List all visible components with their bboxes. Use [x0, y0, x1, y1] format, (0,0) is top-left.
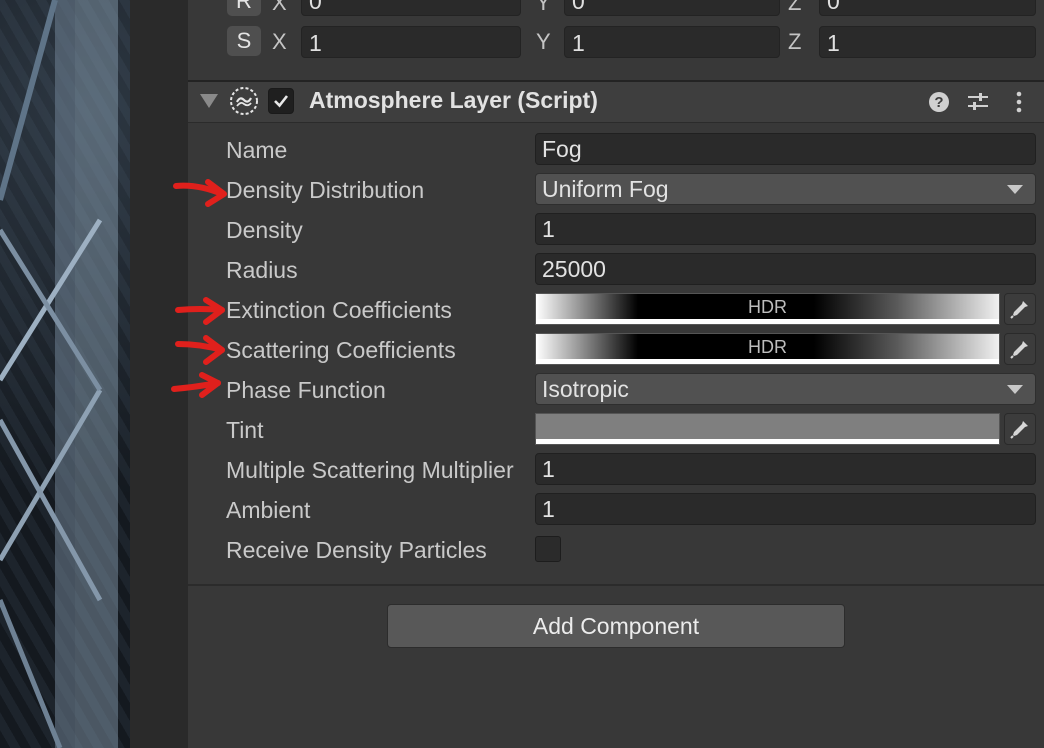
phase-function-label: Phase Function — [226, 377, 386, 403]
eyedropper-icon — [1010, 301, 1028, 319]
receive-density-particles-label: Receive Density Particles — [226, 537, 487, 563]
rotation-z-label: Z — [788, 0, 802, 15]
hdr-badge: HDR — [748, 337, 787, 357]
scale-z-field[interactable]: 1 — [819, 26, 1036, 58]
density-label: Density — [226, 217, 303, 243]
density-distribution-label: Density Distribution — [226, 177, 425, 203]
tint-eyedropper-button[interactable] — [1004, 413, 1036, 445]
scale-row: S X 1 Y 1 Z 1 — [188, 26, 1044, 62]
add-component-button[interactable]: Add Component — [387, 604, 845, 648]
density-distribution-dropdown[interactable]: Uniform Fog — [535, 173, 1036, 205]
script-component-icon — [230, 87, 258, 115]
hdr-badge: HDR — [748, 297, 787, 317]
scale-constrain-button[interactable]: S — [227, 26, 261, 56]
alpha-bar — [536, 439, 999, 444]
rotation-z-field[interactable]: 0 — [819, 0, 1036, 16]
preset-sliders-icon[interactable] — [965, 89, 991, 115]
tint-color-field[interactable] — [535, 413, 1000, 445]
section-divider — [188, 584, 1044, 586]
annotation-arrow-icon — [173, 179, 227, 207]
extinction-coefficients-gradient[interactable]: HDR — [535, 293, 1000, 325]
name-field[interactable]: Fog — [535, 133, 1036, 165]
annotation-arrow-icon — [171, 372, 221, 398]
eyedropper-icon — [1010, 421, 1028, 439]
extinction-eyedropper-button[interactable] — [1004, 293, 1036, 325]
radius-label: Radius — [226, 257, 298, 283]
ambient-field[interactable]: 1 — [535, 493, 1036, 525]
extinction-coefficients-label: Extinction Coefficients — [226, 297, 452, 323]
dropdown-caret-icon — [1007, 385, 1023, 394]
annotation-arrow-icon — [175, 297, 225, 325]
density-field[interactable]: 1 — [535, 213, 1036, 245]
eyedropper-icon — [1010, 341, 1028, 359]
rotation-x-field[interactable]: 0 — [301, 0, 521, 16]
component-enabled-checkbox[interactable] — [268, 88, 294, 114]
svg-text:?: ? — [934, 94, 943, 111]
receive-density-particles-checkbox[interactable] — [535, 536, 561, 562]
rotation-y-field[interactable]: 0 — [564, 0, 780, 16]
ambient-label: Ambient — [226, 497, 311, 523]
scene-view-background — [0, 0, 130, 748]
rotation-y-label: Y — [536, 0, 551, 15]
rotation-x-label: X — [272, 0, 287, 15]
scale-y-field[interactable]: 1 — [564, 26, 780, 58]
density-distribution-value: Uniform Fog — [542, 176, 669, 202]
component-header[interactable]: Atmosphere Layer (Script) ? — [188, 82, 1044, 123]
scale-x-label: X — [272, 29, 287, 54]
phase-function-dropdown[interactable]: Isotropic — [535, 373, 1036, 405]
scene-structure-illustration — [0, 0, 118, 748]
scattering-coefficients-label: Scattering Coefficients — [226, 337, 456, 363]
rotation-constrain-button[interactable]: R — [227, 0, 261, 16]
scattering-coefficients-gradient[interactable]: HDR — [535, 333, 1000, 365]
name-label: Name — [226, 137, 288, 163]
help-icon[interactable]: ? — [926, 89, 952, 115]
tint-label: Tint — [226, 417, 264, 443]
scale-z-label: Z — [788, 29, 802, 54]
scattering-eyedropper-button[interactable] — [1004, 333, 1036, 365]
rotation-row: R X 0 Y 0 Z 0 — [188, 0, 1044, 22]
radius-field[interactable]: 25000 — [535, 253, 1036, 285]
multiple-scattering-label: Multiple Scattering Multiplier — [226, 457, 514, 483]
phase-function-value: Isotropic — [542, 376, 629, 402]
more-options-icon[interactable] — [1006, 89, 1032, 115]
dropdown-caret-icon — [1007, 185, 1023, 194]
inspector-panel: R X 0 Y 0 Z 0 S X 1 Y 1 Z 1 Atmosphere L… — [188, 0, 1044, 748]
scale-y-label: Y — [536, 29, 551, 54]
foldout-arrow-icon[interactable] — [200, 94, 218, 108]
multiple-scattering-field[interactable]: 1 — [535, 453, 1036, 485]
checkmark-icon — [274, 95, 289, 108]
component-title: Atmosphere Layer (Script) — [309, 87, 598, 113]
scale-x-field[interactable]: 1 — [301, 26, 521, 58]
annotation-arrow-icon — [175, 335, 225, 365]
